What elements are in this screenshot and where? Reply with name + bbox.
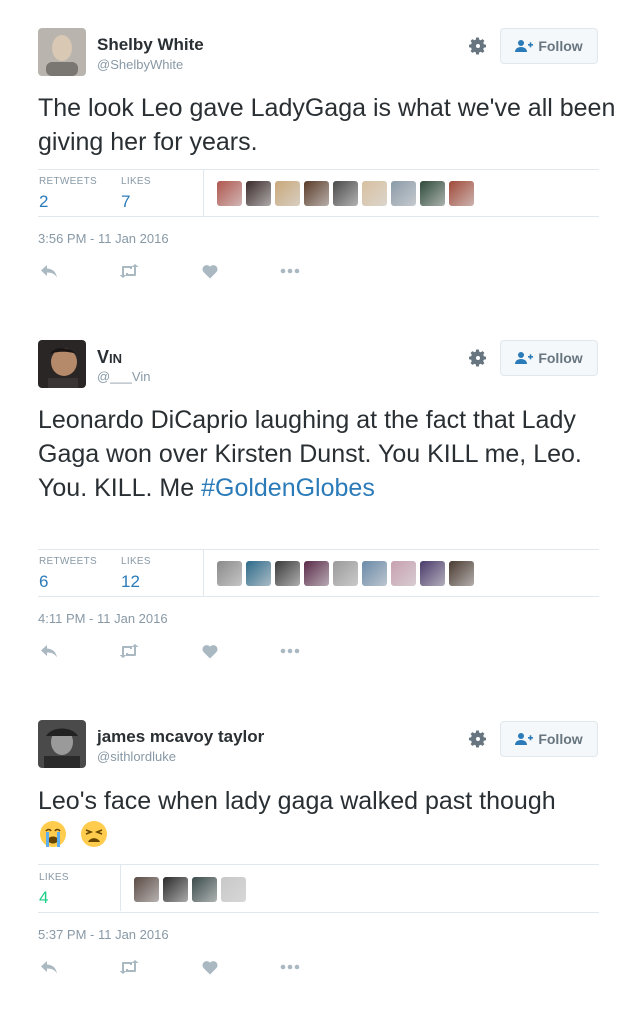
user-handle[interactable]: @ShelbyWhite	[97, 57, 183, 72]
follow-label: Follow	[538, 350, 583, 366]
liker-avatar[interactable]	[192, 877, 217, 902]
stat-value: 2	[39, 192, 49, 211]
follow-person-plus-icon	[515, 733, 534, 745]
retweets-stat[interactable]: RETWEETS 6	[39, 556, 97, 592]
liker-avatar[interactable]	[304, 181, 329, 206]
liker-avatar[interactable]	[362, 561, 387, 586]
loudly-crying-face-icon	[40, 821, 66, 847]
tweet-text: The look Leo gave LadyGaga is what we've…	[38, 94, 616, 156]
liker-avatars	[217, 181, 474, 206]
liker-avatar[interactable]	[391, 561, 416, 586]
liker-avatar[interactable]	[362, 181, 387, 206]
user-name[interactable]: Shelby White	[97, 35, 204, 55]
follow-button[interactable]: Follow	[500, 340, 598, 376]
liker-avatar[interactable]	[246, 181, 271, 206]
liker-avatar[interactable]	[420, 181, 445, 206]
liker-avatar[interactable]	[391, 181, 416, 206]
avatar[interactable]	[38, 340, 86, 388]
timestamp[interactable]: 4:11 PM - 11 Jan 2016	[38, 611, 168, 626]
user-handle[interactable]: @___Vin	[97, 369, 150, 384]
likes-stat[interactable]: LIKES 7	[121, 176, 151, 212]
stat-label: LIKES	[39, 872, 69, 883]
reply-icon[interactable]	[38, 262, 60, 280]
divider	[203, 550, 204, 596]
liker-avatar[interactable]	[333, 181, 358, 206]
liker-avatar[interactable]	[304, 561, 329, 586]
gear-icon[interactable]	[468, 348, 488, 368]
tweet-text: Leonardo DiCaprio laughing at the fact t…	[38, 406, 582, 502]
follow-person-plus-icon	[515, 40, 534, 52]
retweets-stat[interactable]: RETWEETS 2	[39, 176, 97, 212]
divider	[38, 549, 599, 550]
follow-person-plus-icon	[515, 352, 534, 364]
tweet-3: james mcavoy taylor @sithlordluke Follow…	[0, 692, 637, 1009]
stat-label: RETWEETS	[39, 556, 97, 567]
gear-icon[interactable]	[468, 36, 488, 56]
divider	[38, 216, 599, 217]
heart-icon[interactable]	[199, 958, 221, 976]
liker-avatars	[217, 561, 474, 586]
more-dots-icon[interactable]	[279, 262, 301, 280]
timestamp[interactable]: 5:37 PM - 11 Jan 2016	[38, 927, 169, 942]
stat-label: LIKES	[121, 176, 151, 187]
liker-avatar[interactable]	[163, 877, 188, 902]
liker-avatar[interactable]	[333, 561, 358, 586]
divider	[38, 596, 599, 597]
follow-button[interactable]: Follow	[500, 28, 598, 64]
tweet-text: Leo's face when lady gaga walked past th…	[38, 784, 558, 852]
user-name[interactable]: james mcavoy taylor	[97, 727, 264, 747]
divider	[38, 864, 599, 865]
gear-icon[interactable]	[468, 729, 488, 749]
likes-stat[interactable]: LIKES 4	[39, 872, 69, 908]
hashtag-link[interactable]: #GoldenGlobes	[201, 474, 375, 502]
weary-face-icon	[80, 821, 107, 847]
liker-avatar[interactable]	[449, 561, 474, 586]
liker-avatar[interactable]	[449, 181, 474, 206]
liker-avatar[interactable]	[275, 561, 300, 586]
likes-stat[interactable]: LIKES 12	[121, 556, 151, 592]
heart-icon[interactable]	[199, 642, 221, 660]
tweet-1: Shelby White @ShelbyWhite Follow The loo…	[0, 0, 637, 310]
stat-value: 4	[39, 888, 49, 907]
liker-avatar[interactable]	[217, 181, 242, 206]
more-dots-icon[interactable]	[279, 642, 301, 660]
reply-icon[interactable]	[38, 642, 60, 660]
avatar[interactable]	[38, 28, 86, 76]
stat-value: 7	[121, 192, 131, 211]
reply-icon[interactable]	[38, 958, 60, 976]
heart-icon[interactable]	[199, 262, 221, 280]
follow-button[interactable]: Follow	[500, 721, 598, 757]
stat-label: LIKES	[121, 556, 151, 567]
retweet-icon[interactable]	[118, 958, 140, 976]
user-name[interactable]: Vin	[97, 347, 122, 368]
divider	[203, 170, 204, 216]
liker-avatar[interactable]	[134, 877, 159, 902]
follow-label: Follow	[538, 731, 583, 747]
liker-avatar[interactable]	[217, 561, 242, 586]
liker-avatar[interactable]	[275, 181, 300, 206]
divider	[38, 912, 599, 913]
liker-avatars	[134, 877, 246, 902]
avatar[interactable]	[38, 720, 86, 768]
retweet-icon[interactable]	[118, 262, 140, 280]
divider	[120, 865, 121, 911]
timestamp[interactable]: 3:56 PM - 11 Jan 2016	[38, 231, 169, 246]
retweet-icon[interactable]	[118, 642, 140, 660]
liker-avatar[interactable]	[246, 561, 271, 586]
stat-label: RETWEETS	[39, 176, 97, 187]
liker-avatar[interactable]	[221, 877, 246, 902]
liker-avatar[interactable]	[420, 561, 445, 586]
stat-value: 12	[121, 572, 140, 591]
divider	[38, 169, 599, 170]
stat-value: 6	[39, 572, 49, 591]
follow-label: Follow	[538, 38, 583, 54]
more-dots-icon[interactable]	[279, 958, 301, 976]
tweet-2: Vin @___Vin Follow Leonardo DiCaprio lau…	[0, 312, 637, 692]
user-handle[interactable]: @sithlordluke	[97, 749, 176, 764]
